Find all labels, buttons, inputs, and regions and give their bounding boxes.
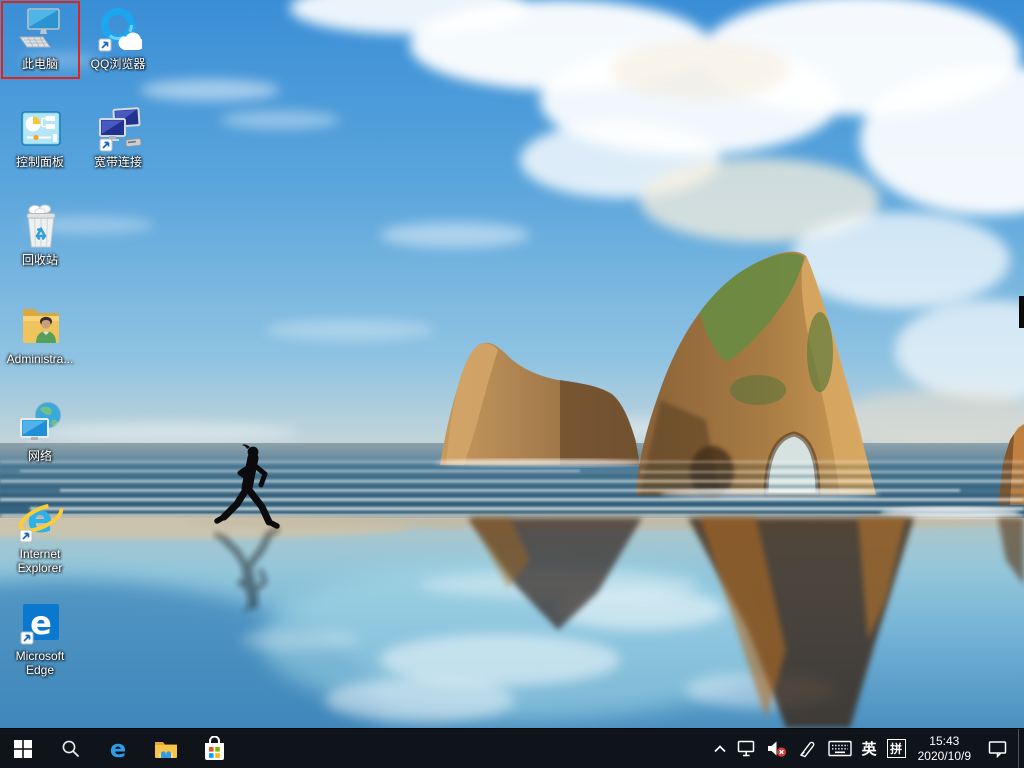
desktop-icon-administrator-folder[interactable]: Administra... <box>2 299 78 366</box>
microsoft-edge-icon: e <box>2 596 78 646</box>
desktop-icon-recycle-bin[interactable]: 回收站 <box>2 200 78 267</box>
clock-date: 2020/10/9 <box>918 749 971 764</box>
file-explorer-icon <box>153 736 179 762</box>
desktop-icon-microsoft-edge[interactable]: e Microsoft Edge <box>2 596 78 677</box>
desktop-icon-broadband-connection[interactable]: 宽带连接 <box>80 102 156 169</box>
shortcut-arrow-badge <box>20 530 32 542</box>
action-center-button[interactable] <box>978 729 1018 768</box>
desktop-icon-label: Internet Explorer <box>2 547 78 575</box>
microsoft-store-icon <box>202 736 227 762</box>
shortcut-arrow-badge <box>99 39 111 51</box>
desktop-icon-label: 网络 <box>2 449 78 463</box>
desktop-icon-qq-browser[interactable]: QQ浏览器 <box>80 4 156 71</box>
start-button[interactable] <box>0 729 46 768</box>
this-pc-icon <box>2 4 78 54</box>
tray-network-button[interactable] <box>732 729 762 768</box>
ethernet-network-icon <box>737 740 757 758</box>
windows-logo-icon <box>14 740 32 758</box>
tray-language-indicator[interactable]: 英 <box>857 729 882 768</box>
desktop-icon-this-pc[interactable]: 此电脑 <box>2 4 78 71</box>
desktop-icon-control-panel[interactable]: 控制面板 <box>2 102 78 169</box>
taskbar: e <box>0 728 1024 768</box>
show-desktop-button[interactable] <box>1018 729 1024 768</box>
desktop: 此电脑 <box>0 0 1024 728</box>
desktop-icon-network[interactable]: 网络 <box>2 396 78 463</box>
tray-ime-mode-indicator[interactable]: 拼 <box>887 739 906 758</box>
control-panel-icon <box>2 102 78 152</box>
internet-explorer-icon: e <box>2 494 78 544</box>
network-icon <box>2 396 78 446</box>
desktop-icon-label: Administra... <box>2 352 78 366</box>
taskbar-store-button[interactable] <box>190 729 238 768</box>
shortcut-arrow-badge <box>21 632 33 644</box>
action-center-icon <box>988 740 1008 758</box>
taskbar-left-group: e <box>0 729 238 768</box>
desktop-icon-label: Microsoft Edge <box>2 649 78 677</box>
windows-desktop-screen: 此电脑 <box>0 0 1024 768</box>
taskbar-file-explorer-button[interactable] <box>142 729 190 768</box>
tray-touch-keyboard-button[interactable] <box>823 729 857 768</box>
chevron-up-icon <box>713 743 727 755</box>
desktop-icon-label: 回收站 <box>2 253 78 267</box>
desktop-icon-internet-explorer[interactable]: e Internet Explorer <box>2 494 78 575</box>
taskbar-edge-button[interactable]: e <box>94 729 142 768</box>
recycle-bin-icon <box>2 200 78 250</box>
shortcut-arrow-badge <box>100 139 112 151</box>
desktop-icon-label: 宽带连接 <box>80 155 156 169</box>
administrator-folder-icon <box>2 299 78 349</box>
pen-icon <box>798 740 818 758</box>
edge-browser-icon: e <box>105 736 131 762</box>
keyboard-icon <box>828 740 852 757</box>
volume-muted-icon <box>767 740 788 758</box>
desktop-icon-label: 此电脑 <box>2 57 78 71</box>
desktop-icon-label: QQ浏览器 <box>80 57 156 71</box>
tray-windows-ink-button[interactable] <box>793 729 823 768</box>
search-button[interactable] <box>46 729 94 768</box>
system-tray: 英 拼 15:43 2020/10/9 <box>708 729 1024 768</box>
tray-show-hidden-icons-button[interactable] <box>708 729 732 768</box>
svg-text:e: e <box>110 736 126 762</box>
tray-volume-muted-button[interactable] <box>762 729 793 768</box>
screen-edge-artifact <box>1019 296 1024 328</box>
clock-time: 15:43 <box>929 734 959 749</box>
tray-clock[interactable]: 15:43 2020/10/9 <box>911 729 978 768</box>
qq-browser-icon <box>80 4 156 54</box>
desktop-icon-label: 控制面板 <box>2 155 78 169</box>
search-icon <box>61 739 80 758</box>
broadband-connection-icon <box>80 102 156 152</box>
